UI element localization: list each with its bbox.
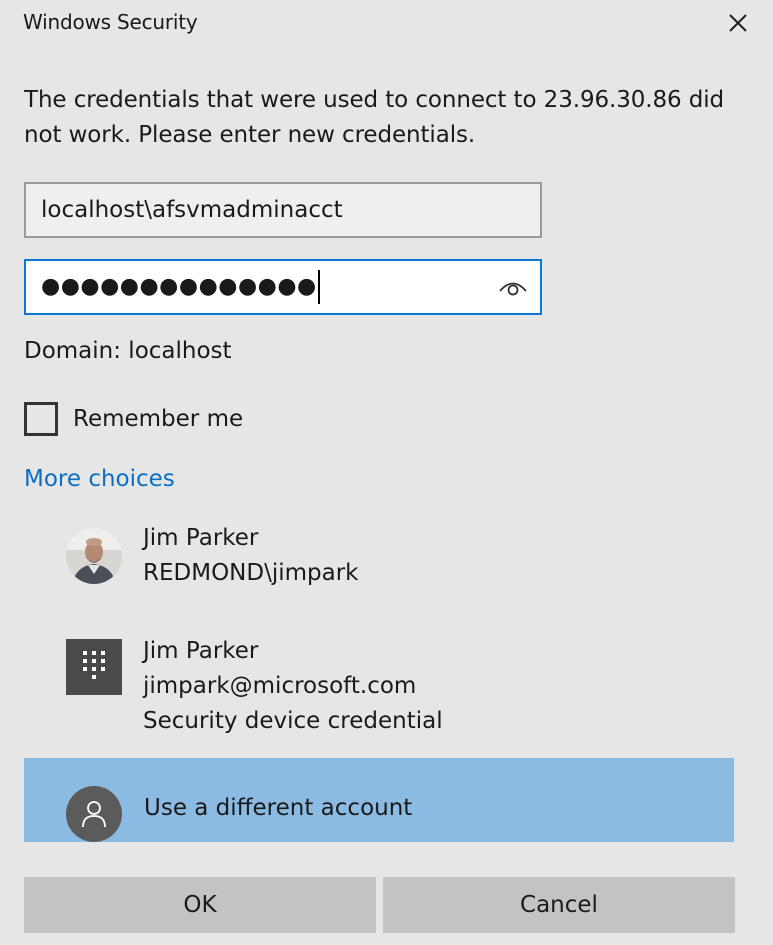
reveal-password-button[interactable] — [496, 272, 530, 302]
account-detail: REDMOND\jimpark — [143, 560, 359, 586]
account-detail: jimpark@microsoft.com — [143, 673, 417, 699]
ok-button[interactable]: OK — [24, 877, 376, 933]
more-choices-link[interactable]: More choices — [24, 466, 175, 492]
account-text: Jim Parker REDMOND\jimpark — [143, 521, 359, 591]
person-icon — [66, 786, 122, 842]
cancel-button[interactable]: Cancel — [383, 877, 735, 933]
account-subtext: Security device credential — [143, 708, 443, 734]
user-photo-avatar — [66, 528, 122, 584]
account-name: Jim Parker — [143, 525, 259, 551]
username-value: localhost\afsvmadminacct — [41, 197, 343, 223]
username-field[interactable]: localhost\afsvmadminacct — [24, 182, 542, 238]
account-text: Jim Parker jimpark@microsoft.com Securit… — [143, 634, 443, 739]
remember-me-label: Remember me — [73, 406, 244, 432]
password-field[interactable]: ●●●●●●●●●●●●●● — [24, 259, 542, 315]
text-caret — [317, 270, 320, 304]
eye-icon — [499, 282, 527, 296]
close-icon — [729, 14, 747, 32]
account-option-redmond[interactable]: Jim Parker REDMOND\jimpark — [66, 525, 359, 591]
close-button[interactable] — [720, 6, 756, 40]
remember-me-checkbox[interactable]: Remember me — [24, 402, 243, 436]
password-masked-value: ●●●●●●●●●●●●●● — [41, 274, 317, 299]
credential-dialog: Windows Security The credentials that we… — [0, 0, 773, 945]
use-different-account-option[interactable]: Use a different account — [24, 758, 734, 842]
account-option-security-device[interactable]: Jim Parker jimpark@microsoft.com Securit… — [66, 638, 443, 739]
domain-label: Domain: localhost — [24, 338, 232, 364]
window-title: Windows Security — [23, 10, 198, 34]
checkbox-box[interactable] — [24, 402, 58, 436]
keypad-icon — [66, 639, 122, 695]
error-message: The credentials that were used to connec… — [24, 87, 725, 148]
use-different-account-label: Use a different account — [144, 795, 413, 821]
account-name: Jim Parker — [143, 638, 259, 664]
